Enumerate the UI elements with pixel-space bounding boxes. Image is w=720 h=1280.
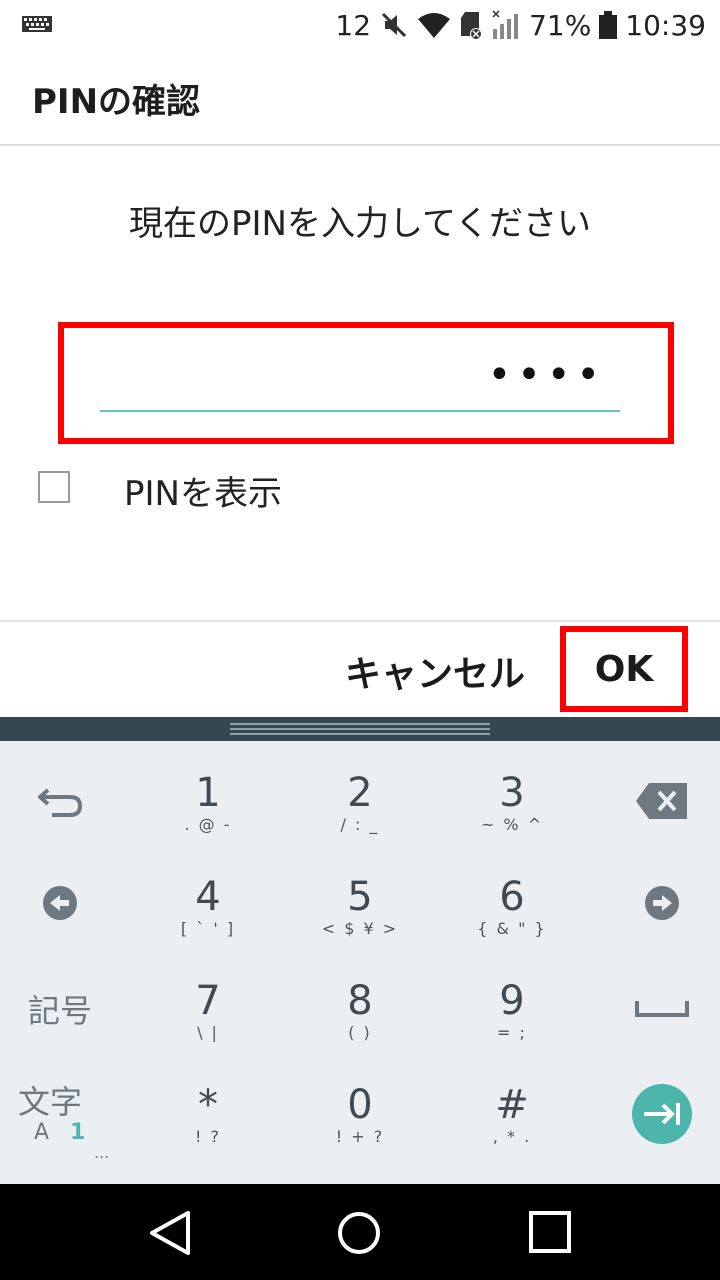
key-3[interactable]: 3 ~ % ^ — [452, 771, 572, 835]
recents-icon[interactable] — [528, 1210, 572, 1254]
space-icon — [635, 1001, 689, 1017]
show-pin-label[interactable]: PINを表示 — [124, 466, 282, 515]
key-1[interactable]: 1. @ - — [148, 771, 268, 835]
mute-icon — [382, 12, 407, 38]
pin-input-value: •••• — [487, 352, 606, 398]
battery-icon — [599, 11, 618, 39]
button-divider — [0, 620, 720, 622]
home-icon[interactable] — [336, 1210, 382, 1256]
sd-card-icon — [461, 12, 483, 40]
enter-next-icon — [632, 1084, 692, 1144]
symbols-key[interactable]: 記号 — [20, 979, 100, 1039]
status-bar: 12 71% 10:39 — [0, 0, 720, 50]
backspace-icon — [636, 783, 687, 819]
key-4[interactable]: 4[ ` ' ] — [148, 875, 268, 939]
arrow-right-circle-icon — [645, 886, 679, 920]
cancel-button[interactable]: キャンセル — [330, 636, 540, 706]
mode-alpha: A — [34, 1120, 50, 1145]
cursor-right-key[interactable] — [624, 873, 700, 933]
input-mode-label: 文字 — [18, 1083, 83, 1121]
pin-input-underline — [100, 410, 620, 412]
enter-key[interactable] — [624, 1081, 700, 1147]
mode-numeric: 1 — [70, 1120, 86, 1145]
key-5[interactable]: 5 < $ ¥ > — [300, 875, 420, 939]
key-7[interactable]: 7 \ | — [148, 979, 268, 1043]
signal-icon — [492, 10, 519, 39]
dialog-title: PINの確認 — [32, 82, 201, 122]
battery-percent: 71% — [529, 8, 592, 42]
key-8[interactable]: 8( ) — [300, 979, 420, 1043]
undo-key[interactable] — [20, 771, 100, 831]
pin-input[interactable]: •••• — [100, 350, 620, 412]
title-divider — [0, 144, 720, 146]
key-0[interactable]: 0! + ? — [300, 1083, 420, 1147]
pin-prompt: 現在のPINを入力してください — [129, 204, 591, 244]
key-2[interactable]: 2/ : _ — [300, 771, 420, 835]
keyboard-icon — [22, 16, 52, 32]
mode-more: ... — [94, 1143, 110, 1162]
key-asterisk[interactable]: *! ? — [148, 1083, 268, 1147]
backspace-key[interactable] — [624, 771, 700, 831]
keyboard-drag-handle[interactable] — [0, 717, 720, 741]
key-9[interactable]: 9 = ; — [452, 979, 572, 1043]
show-pin-checkbox[interactable] — [38, 471, 70, 503]
input-mode-key[interactable]: 文字 A 1 ... — [18, 1077, 110, 1167]
space-key[interactable] — [624, 979, 700, 1039]
cursor-left-key[interactable] — [20, 873, 100, 933]
key-6[interactable]: 6{ & " } — [452, 875, 572, 939]
ok-button[interactable]: OK — [566, 632, 682, 706]
clock: 10:39 — [625, 8, 706, 42]
wifi-icon — [418, 13, 451, 38]
navigation-bar — [0, 1184, 720, 1280]
key-hash[interactable]: #, * . — [452, 1083, 572, 1147]
back-icon[interactable] — [148, 1210, 192, 1256]
notification-count: 12 — [335, 8, 372, 42]
numeric-keyboard: 記号 文字 A 1 ... 1. @ - 2/ : _ 3 ~ % ^ 4[ ` … — [0, 741, 720, 1184]
undo-icon — [38, 788, 82, 817]
arrow-left-circle-icon — [43, 886, 77, 920]
